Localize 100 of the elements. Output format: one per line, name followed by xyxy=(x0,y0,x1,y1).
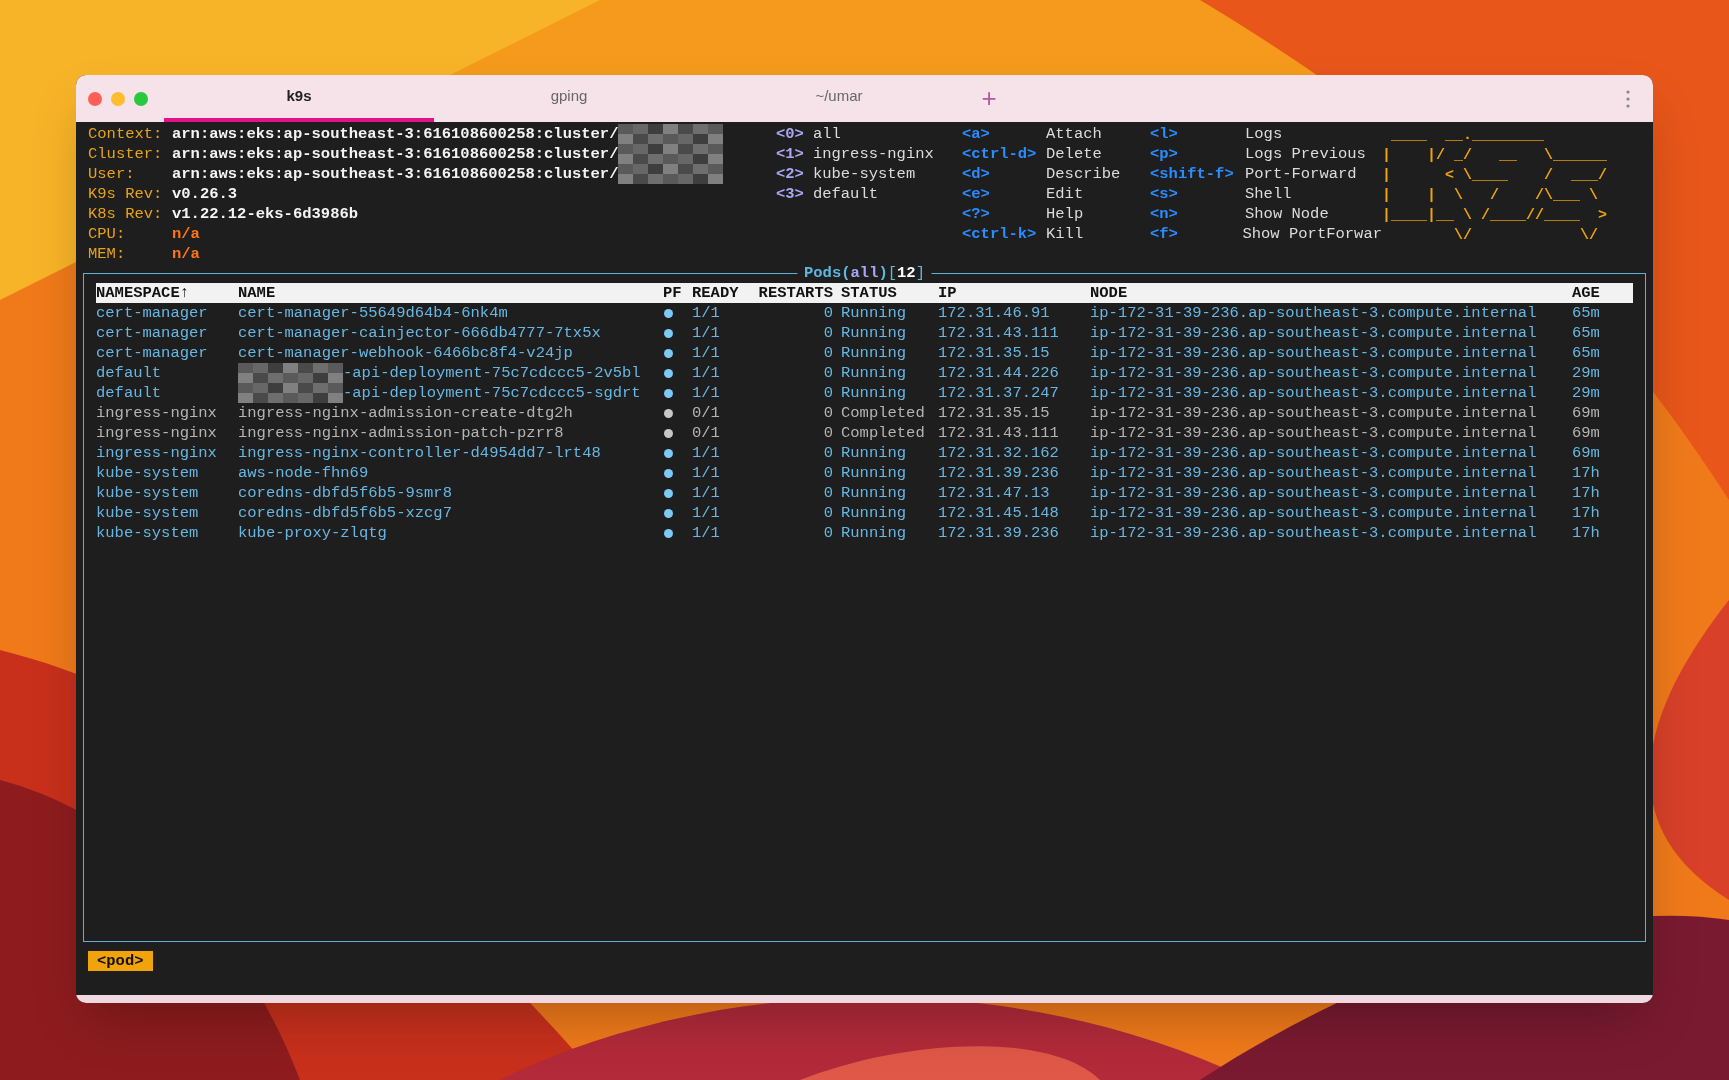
info-value: v1.22.12-eks-6d3986b xyxy=(172,204,359,224)
table-cell-text: 0 xyxy=(822,503,833,523)
column-header[interactable]: AGE xyxy=(1572,283,1632,303)
table-cell-text: Running xyxy=(840,383,908,403)
table-cell-text: 17h xyxy=(1572,483,1601,503)
table-cell-text: ip-172-31-39-236.ap-southeast-3.compute.internal xyxy=(1090,363,1538,383)
table-cell-text: 172.31.35.15 xyxy=(938,343,1051,363)
table-cell-text: 0 xyxy=(822,343,833,363)
shortcut-key: <1> xyxy=(776,144,804,164)
k9s-logo: ____ __.________ | |/ _/ __ \______ | < \____ / ___/ | | \ / /\___ \ |____|__ \ /____//____ > \/ \/ xyxy=(1382,126,1609,246)
table-cell-text: 172.31.32.162 xyxy=(938,443,1060,463)
table-cell-text: Completed xyxy=(840,403,926,423)
table-cell-text: 172.31.35.15 xyxy=(938,403,1051,423)
table-cell-text: kube-system xyxy=(96,483,200,503)
table-cell-text: 17h xyxy=(1572,503,1601,523)
shortcut-key: <p> xyxy=(1150,144,1245,164)
shortcut-key: <ctrl-k> xyxy=(962,224,1046,244)
info-value: n/a xyxy=(172,224,200,244)
shortcut-key: <d> xyxy=(962,164,1046,184)
table-cell-text: Running xyxy=(840,343,908,363)
table-cell-text: 1/1 xyxy=(692,363,721,383)
table-cell-text: 17h xyxy=(1572,463,1601,483)
table-cell: kube-proxy-zlqtg xyxy=(238,523,387,543)
table-cell-text: 0 xyxy=(822,363,833,383)
shortcut-key: <e> xyxy=(962,184,1046,204)
table-cell-text: ip-172-31-39-236.ap-southeast-3.compute.internal xyxy=(1090,323,1538,343)
table-cell: aws-node-fhn69 xyxy=(238,463,369,483)
table-cell-text: 172.31.43.111 xyxy=(938,323,1060,343)
shortcut-key: <a> xyxy=(962,124,1046,144)
table-cell-text: 0 xyxy=(822,483,833,503)
tab[interactable]: ~/umar xyxy=(704,75,974,122)
table-cell-text: ip-172-31-39-236.ap-southeast-3.compute.internal xyxy=(1090,443,1538,463)
shortcut-key: <2> xyxy=(776,164,804,184)
table-cell-text: 172.31.43.111 xyxy=(938,423,1060,443)
table-cell-text: 1/1 xyxy=(692,323,721,343)
table-cell-text: cert-manager xyxy=(96,323,209,343)
info-value: arn:aws:eks:ap-southeast-3:616108600258:cluster/ xyxy=(172,144,619,164)
column-header[interactable]: NAME xyxy=(238,283,663,303)
zoom-button[interactable] xyxy=(134,91,148,106)
info-label: User: xyxy=(88,164,136,184)
table-cell-text: kube-system xyxy=(96,463,200,483)
tab[interactable]: gping xyxy=(434,75,704,122)
new-tab-button[interactable]: + xyxy=(974,75,1004,122)
shortcut-action: Attach xyxy=(1046,124,1102,144)
namespace-name: ingress-nginx xyxy=(812,144,934,164)
table-cell-text: ingress-nginx xyxy=(96,403,218,423)
more-icon[interactable] xyxy=(1625,88,1631,109)
table-cell-text: 69m xyxy=(1572,443,1601,463)
shortcut-key: <s> xyxy=(1150,184,1245,204)
table-cell-text: cert-manager xyxy=(96,303,209,323)
column-header[interactable]: IP xyxy=(938,283,1090,303)
table-cell-text: 172.31.37.247 xyxy=(938,383,1060,403)
table-cell-text: Running xyxy=(840,463,908,483)
table-cell-text: 172.31.47.13 xyxy=(938,483,1051,503)
info-label: Context: xyxy=(88,124,164,144)
table-cell: ingress-nginx-controller-d4954dd7-lrt48 xyxy=(238,443,601,463)
table-cell-text: 65m xyxy=(1572,323,1601,343)
info-label: K9s Rev: xyxy=(88,184,164,204)
info-label: CPU: xyxy=(88,224,127,244)
table-cell-text: 172.31.46.91 xyxy=(938,303,1051,323)
table-cell: -api-deployment-75c7cdccc5-sgdrt xyxy=(343,383,641,403)
shortcut-key: <3> xyxy=(776,184,804,204)
column-header[interactable]: NODE xyxy=(1090,283,1572,303)
shortcut-action: Logs xyxy=(1245,124,1283,144)
table-cell-text: 172.31.39.236 xyxy=(938,463,1060,483)
table-cell-text: Running xyxy=(840,483,908,503)
table-cell-text: ip-172-31-39-236.ap-southeast-3.compute.internal xyxy=(1090,403,1538,423)
table-cell-text: 1/1 xyxy=(692,523,721,543)
shortcut-key: <ctrl-d> xyxy=(962,144,1046,164)
table-cell-text: 69m xyxy=(1572,403,1601,423)
table-cell-text: 0 xyxy=(822,443,833,463)
table-cell: ingress-nginx-admission-patch-pzrr8 xyxy=(238,423,564,443)
table-cell-text: Running xyxy=(840,523,908,543)
table-cell-text: Running xyxy=(840,303,908,323)
table-cell-text: default xyxy=(96,383,163,403)
table-cell-text: default xyxy=(96,363,163,383)
table-cell-text: kube-system xyxy=(96,523,200,543)
shortcut-action: Shell xyxy=(1245,184,1292,204)
table-cell-text: 0 xyxy=(822,463,833,483)
shortcut-key: <shift-f> xyxy=(1150,164,1245,184)
table-cell-text: ingress-nginx xyxy=(96,443,218,463)
column-header[interactable]: NAMESPACE↑ xyxy=(96,283,238,303)
table-cell-text: 69m xyxy=(1572,423,1601,443)
column-header[interactable]: STATUS xyxy=(833,283,938,303)
table-cell-text: 1/1 xyxy=(692,443,721,463)
table-cell-text: 1/1 xyxy=(692,303,721,323)
table-cell-text: kube-system xyxy=(96,503,200,523)
info-value: arn:aws:eks:ap-southeast-3:616108600258:cluster/ xyxy=(172,124,619,144)
column-header[interactable]: READY xyxy=(692,283,748,303)
tab[interactable]: k9s xyxy=(164,75,434,122)
table-cell-text: ip-172-31-39-236.ap-southeast-3.compute.internal xyxy=(1090,383,1538,403)
close-button[interactable] xyxy=(88,91,102,106)
column-header[interactable]: PF xyxy=(663,283,692,303)
table-cell-text: 0/1 xyxy=(692,403,721,423)
table-cell-text: ingress-nginx xyxy=(96,423,218,443)
column-header[interactable]: RESTARTS xyxy=(748,283,833,303)
shortcut-action: Show PortForwar xyxy=(1242,224,1382,244)
table-cell-text: 1/1 xyxy=(692,463,721,483)
minimize-button[interactable] xyxy=(111,91,125,106)
shortcut-action: Describe xyxy=(1046,164,1121,184)
